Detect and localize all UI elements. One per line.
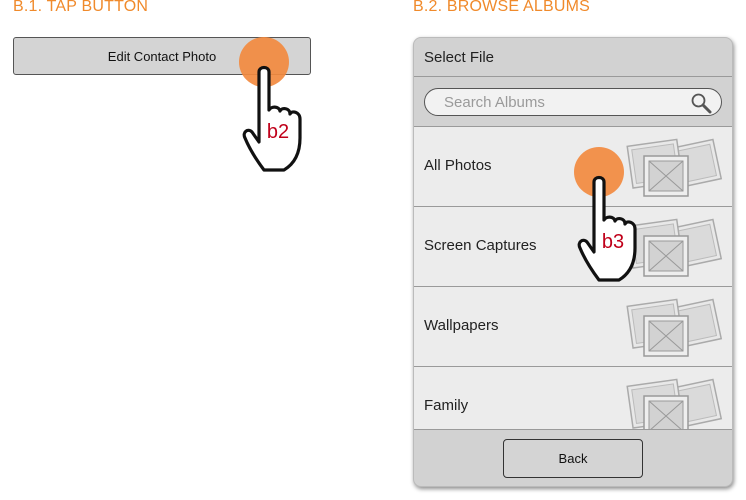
- pointing-hand-icon: b3: [577, 175, 637, 282]
- album-name: Family: [424, 397, 469, 414]
- step-b2-title: B.2. BROWSE ALBUMS: [413, 0, 590, 15]
- album-item-screen-captures[interactable]: Screen Captures: [414, 207, 732, 287]
- step-b1-title: B.1. TAP BUTTON: [13, 0, 149, 15]
- pointing-hand-icon: b2: [242, 65, 302, 172]
- tap-label-b2: b2: [267, 121, 289, 143]
- back-button[interactable]: Back: [503, 439, 643, 478]
- search-icon[interactable]: [690, 92, 712, 114]
- album-name: All Photos: [424, 157, 492, 174]
- search-placeholder: Search Albums: [444, 93, 545, 111]
- search-bar: Search Albums: [414, 77, 732, 127]
- album-thumbnail-icon: [626, 378, 723, 429]
- album-item-all-photos[interactable]: All Photos: [414, 127, 732, 207]
- album-name: Screen Captures: [424, 237, 537, 254]
- dialog-title: Select File: [424, 48, 495, 66]
- search-albums-input[interactable]: Search Albums: [424, 88, 722, 116]
- select-file-dialog: Select File Search Albums All Photos Scr…: [413, 37, 733, 487]
- tap-label-b3: b3: [602, 231, 624, 253]
- dialog-footer: Back: [414, 429, 732, 486]
- album-thumbnail-icon: [626, 298, 723, 357]
- dialog-header: Select File: [414, 38, 732, 77]
- album-item-family[interactable]: Family: [414, 367, 732, 429]
- album-list: All Photos Screen Captures Wallpapers Fa…: [414, 127, 732, 429]
- album-name: Wallpapers: [424, 317, 499, 334]
- album-item-wallpapers[interactable]: Wallpapers: [414, 287, 732, 367]
